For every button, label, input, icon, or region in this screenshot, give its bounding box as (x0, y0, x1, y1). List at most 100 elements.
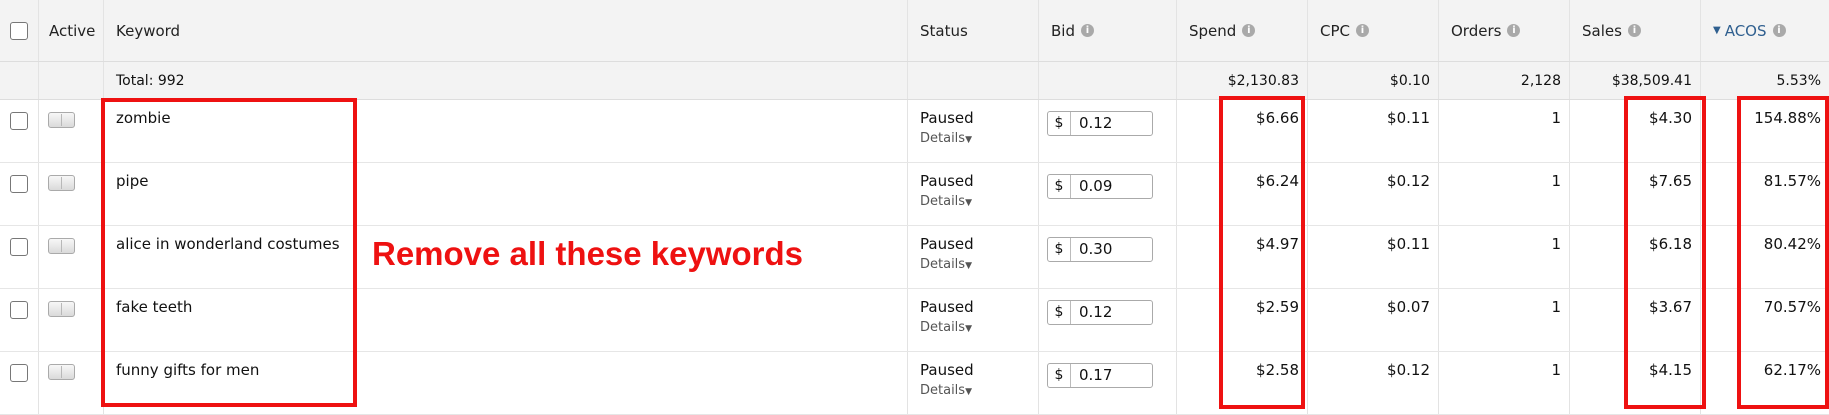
header-spend-label: Spend (1189, 21, 1237, 40)
status-text: Paused (920, 361, 974, 379)
table-header: Active Keyword Status Bid i Spend i CPC i O… (0, 0, 1829, 62)
header-bid-label: Bid (1051, 21, 1075, 40)
row-checkbox[interactable] (10, 364, 28, 382)
details-label: Details (920, 383, 966, 398)
row-checkbox[interactable] (10, 301, 28, 319)
row-bid-cell: $0.30 (1039, 226, 1177, 288)
currency-prefix: $ (1048, 175, 1071, 198)
bid-input[interactable]: $0.12 (1047, 300, 1153, 325)
sales-highlight-box (1624, 96, 1706, 409)
row-bid-cell: $0.09 (1039, 163, 1177, 225)
totals-sales: $38,509.41 (1570, 62, 1701, 99)
row-active-cell (39, 100, 104, 162)
info-icon[interactable]: i (1242, 24, 1256, 37)
header-orders-label: Orders (1451, 21, 1502, 40)
row-checkbox[interactable] (10, 112, 28, 130)
bid-value: 0.17 (1079, 366, 1113, 384)
bid-input[interactable]: $0.12 (1047, 111, 1153, 136)
details-label: Details (920, 194, 966, 209)
orders-value: 1 (1439, 100, 1570, 162)
details-dropdown[interactable]: Details▼ (920, 194, 1038, 209)
row-status-cell: Paused Details▼ (908, 226, 1039, 288)
status-text: Paused (920, 172, 974, 190)
details-dropdown[interactable]: Details▼ (920, 131, 1038, 146)
row-active-cell (39, 352, 104, 414)
status-text: Paused (920, 109, 974, 127)
details-dropdown[interactable]: Details▼ (920, 383, 1038, 398)
currency-prefix: $ (1048, 301, 1071, 324)
info-icon[interactable]: i (1772, 24, 1786, 37)
header-active: Active (39, 0, 104, 61)
header-status-label: Status (920, 21, 968, 40)
row-active-cell (39, 226, 104, 288)
active-toggle[interactable] (48, 301, 75, 317)
row-status-cell: Paused Details▼ (908, 163, 1039, 225)
row-bid-cell: $0.12 (1039, 100, 1177, 162)
row-select-cell (0, 226, 39, 288)
cpc-value: $0.11 (1308, 226, 1439, 288)
header-keyword[interactable]: Keyword (104, 0, 908, 61)
totals-cpc: $0.10 (1308, 62, 1439, 99)
caret-down-icon: ▼ (965, 198, 972, 208)
bid-value: 0.12 (1079, 303, 1113, 321)
info-icon[interactable]: i (1507, 24, 1521, 37)
row-select-cell (0, 163, 39, 225)
row-select-cell (0, 100, 39, 162)
row-status-cell: Paused Details▼ (908, 352, 1039, 414)
caret-down-icon: ▼ (965, 261, 972, 271)
bid-input[interactable]: $0.30 (1047, 237, 1153, 262)
row-active-cell (39, 163, 104, 225)
header-sales-label: Sales (1582, 21, 1622, 40)
acos-highlight-box (1737, 96, 1829, 409)
header-acos[interactable]: ▼ ACOS i (1701, 0, 1829, 61)
bid-value: 0.30 (1079, 240, 1113, 258)
row-checkbox[interactable] (10, 175, 28, 193)
info-icon[interactable]: i (1080, 24, 1094, 37)
totals-label: Total: 992 (104, 62, 908, 99)
row-bid-cell: $0.17 (1039, 352, 1177, 414)
currency-prefix: $ (1048, 112, 1071, 135)
details-dropdown[interactable]: Details▼ (920, 320, 1038, 335)
orders-value: 1 (1439, 352, 1570, 414)
details-dropdown[interactable]: Details▼ (920, 257, 1038, 272)
active-toggle[interactable] (48, 238, 75, 254)
row-select-cell (0, 289, 39, 351)
header-status[interactable]: Status (908, 0, 1039, 61)
spend-highlight-box (1219, 96, 1305, 409)
bid-input[interactable]: $0.09 (1047, 174, 1153, 199)
bid-value: 0.12 (1079, 114, 1113, 132)
header-orders[interactable]: Orders i (1439, 0, 1570, 61)
header-active-label: Active (49, 21, 96, 40)
header-bid[interactable]: Bid i (1039, 0, 1177, 61)
header-sales[interactable]: Sales i (1570, 0, 1701, 61)
active-toggle[interactable] (48, 112, 75, 128)
totals-status-cell (908, 62, 1039, 99)
row-select-cell (0, 352, 39, 414)
totals-cb-cell (0, 62, 39, 99)
row-checkbox[interactable] (10, 238, 28, 256)
header-cpc-label: CPC (1320, 21, 1350, 40)
cpc-value: $0.12 (1308, 352, 1439, 414)
info-icon[interactable]: i (1356, 24, 1369, 37)
totals-bid-cell (1039, 62, 1177, 99)
orders-value: 1 (1439, 289, 1570, 351)
header-spend[interactable]: Spend i (1177, 0, 1308, 61)
select-all-checkbox[interactable] (10, 21, 28, 40)
sort-desc-caret-icon: ▼ (1713, 25, 1721, 36)
details-label: Details (920, 320, 966, 335)
header-acos-label: ACOS (1724, 21, 1767, 40)
annotation-text: Remove all these keywords (372, 235, 804, 272)
info-icon[interactable]: i (1627, 24, 1641, 37)
row-active-cell (39, 289, 104, 351)
header-select-all[interactable] (0, 0, 39, 61)
header-cpc[interactable]: CPC i (1308, 0, 1439, 61)
status-text: Paused (920, 235, 974, 253)
caret-down-icon: ▼ (965, 324, 972, 334)
row-status-cell: Paused Details▼ (908, 289, 1039, 351)
totals-row: Total: 992 $2,130.83 $0.10 2,128 $38,509… (0, 62, 1829, 100)
bid-input[interactable]: $0.17 (1047, 363, 1153, 388)
active-toggle[interactable] (48, 364, 75, 380)
details-label: Details (920, 131, 966, 146)
active-toggle[interactable] (48, 175, 75, 191)
cpc-value: $0.12 (1308, 163, 1439, 225)
